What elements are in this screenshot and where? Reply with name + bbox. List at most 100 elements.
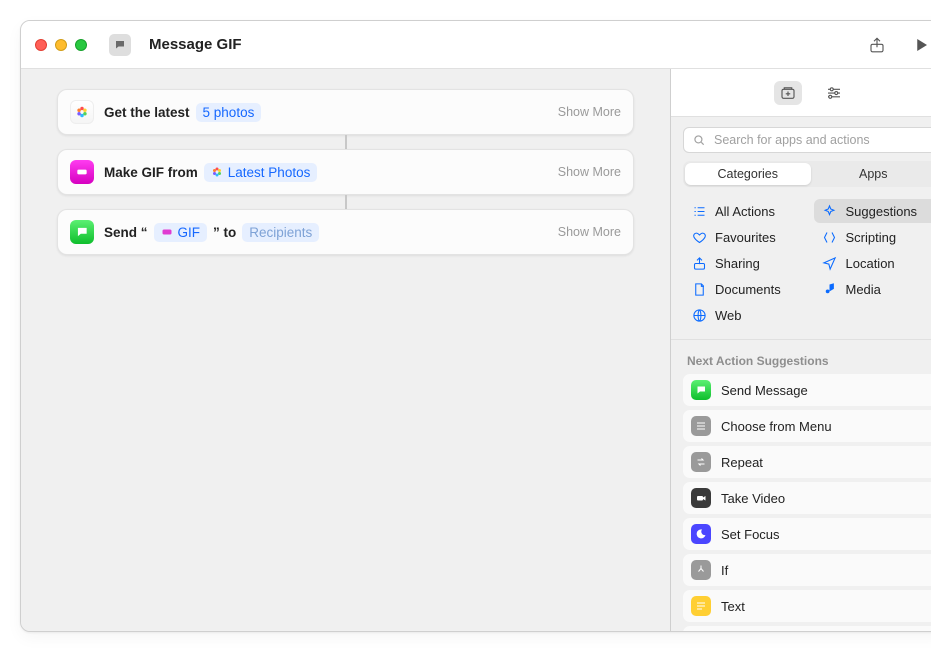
suggestion-text[interactable]: Text <box>683 590 931 622</box>
suggestion-label: Repeat <box>721 455 763 470</box>
sparkle-icon <box>822 203 838 219</box>
suggestion-label: Choose from Menu <box>721 419 832 434</box>
messages-bubble-icon <box>75 225 89 239</box>
action-make-gif[interactable]: Make GIF from Latest Photos Show More <box>57 149 634 195</box>
photos-mini-icon <box>211 166 223 178</box>
gif-mini-icon <box>161 226 173 238</box>
category-label: Scripting <box>846 230 897 245</box>
category-label: Media <box>846 282 881 297</box>
category-suggestions[interactable]: Suggestions <box>814 199 931 223</box>
action-send-message[interactable]: Send “ GIF ” to Recipients Show More <box>57 209 634 255</box>
library-toggle-button[interactable] <box>774 81 802 105</box>
run-button[interactable] <box>906 31 931 59</box>
latest-photos-variable-token[interactable]: Latest Photos <box>204 163 318 182</box>
branch-icon <box>691 560 711 580</box>
photos-flower-icon <box>75 105 89 119</box>
action-get-latest-photos[interactable]: Get the latest 5 photos Show More <box>57 89 634 135</box>
editor-body: Get the latest 5 photos Show More Make G… <box>21 69 931 631</box>
photo-count-token[interactable]: 5 photos <box>196 103 262 122</box>
suggestion-choose-from-menu[interactable]: Choose from Menu <box>683 410 931 442</box>
text-icon <box>691 596 711 616</box>
suggestion-label: Set Focus <box>721 527 780 542</box>
camera-icon <box>691 488 711 508</box>
suggestion-take-video[interactable]: Take Video <box>683 482 931 514</box>
play-icon <box>912 36 930 54</box>
suggestion-set-focus[interactable]: Set Focus <box>683 518 931 550</box>
library-sidebar: Categories Apps All Actions Suggestions … <box>670 69 931 631</box>
category-label: Suggestions <box>846 204 918 219</box>
category-label: Sharing <box>715 256 760 271</box>
category-location[interactable]: Location <box>814 251 931 275</box>
category-media[interactable]: Media <box>814 277 931 301</box>
action-connector <box>345 195 347 209</box>
library-search[interactable] <box>683 127 931 153</box>
category-web[interactable]: Web <box>683 303 808 327</box>
category-scripting[interactable]: Scripting <box>814 225 931 249</box>
titlebar: Message GIF <box>21 21 931 69</box>
token-text: Latest Photos <box>228 165 311 180</box>
suggestion-if[interactable]: If <box>683 554 931 586</box>
action-label: Send “ GIF ” to Recipients <box>104 223 319 242</box>
titlebar-actions <box>862 31 931 59</box>
action-text-mid: ” to <box>213 225 236 240</box>
category-label: Documents <box>715 282 781 297</box>
list-icon <box>691 203 707 219</box>
suggestion-repeat[interactable]: Repeat <box>683 446 931 478</box>
sliders-icon <box>825 84 843 102</box>
library-mode-segment[interactable]: Categories Apps <box>683 161 931 187</box>
share-button[interactable] <box>862 31 892 59</box>
show-more-button[interactable]: Show More <box>558 225 621 239</box>
web-icon <box>691 307 707 323</box>
category-sharing[interactable]: Sharing <box>683 251 808 275</box>
speech-bubble-icon <box>114 39 126 51</box>
zoom-window-button[interactable] <box>75 39 87 51</box>
segment-categories[interactable]: Categories <box>685 163 811 185</box>
show-more-button[interactable]: Show More <box>558 105 621 119</box>
category-label: Favourites <box>715 230 776 245</box>
document-icon <box>691 281 707 297</box>
category-documents[interactable]: Documents <box>683 277 808 301</box>
sidebar-toolbar <box>671 69 931 117</box>
token-text: GIF <box>178 225 201 240</box>
category-favourites[interactable]: Favourites <box>683 225 808 249</box>
shortcut-app-icon <box>109 34 131 56</box>
category-all-actions[interactable]: All Actions <box>683 199 808 223</box>
library-search-input[interactable] <box>712 132 929 148</box>
window-controls <box>35 39 87 51</box>
action-label: Get the latest 5 photos <box>104 103 261 122</box>
share-icon <box>868 36 886 54</box>
share-icon <box>691 255 707 271</box>
moon-icon <box>691 524 711 544</box>
show-more-button[interactable]: Show More <box>558 165 621 179</box>
action-connector <box>345 135 347 149</box>
messages-app-icon <box>70 220 94 244</box>
messages-app-icon <box>691 380 711 400</box>
suggestion-label: Take Video <box>721 491 785 506</box>
suggestion-label: Send Message <box>721 383 808 398</box>
scripting-icon <box>822 229 838 245</box>
action-label: Make GIF from Latest Photos <box>104 163 317 182</box>
gif-variable-token[interactable]: GIF <box>154 223 208 242</box>
menu-icon <box>691 416 711 436</box>
gif-glyph-icon <box>75 165 89 179</box>
suggestion-send-message[interactable]: Send Message <box>683 374 931 406</box>
minimize-window-button[interactable] <box>55 39 67 51</box>
action-list: Get the latest 5 photos Show More Make G… <box>57 89 634 255</box>
action-text-prefix: Send “ <box>104 225 148 240</box>
suggestion-label: If <box>721 563 728 578</box>
shortcuts-editor-window: Message GIF <box>20 20 931 632</box>
suggestion-show-notification[interactable]: Show Notification <box>683 626 931 631</box>
close-window-button[interactable] <box>35 39 47 51</box>
recipients-placeholder[interactable]: Recipients <box>242 223 319 242</box>
action-text-prefix: Make GIF from <box>104 165 198 180</box>
repeat-icon <box>691 452 711 472</box>
workflow-canvas[interactable]: Get the latest 5 photos Show More Make G… <box>21 69 670 631</box>
location-icon <box>822 255 838 271</box>
photos-app-icon <box>70 100 94 124</box>
gif-action-icon <box>70 160 94 184</box>
category-label: Location <box>846 256 895 271</box>
segment-apps[interactable]: Apps <box>811 163 931 185</box>
media-icon <box>822 281 838 297</box>
category-label: Web <box>715 308 742 323</box>
settings-toggle-button[interactable] <box>820 81 848 105</box>
